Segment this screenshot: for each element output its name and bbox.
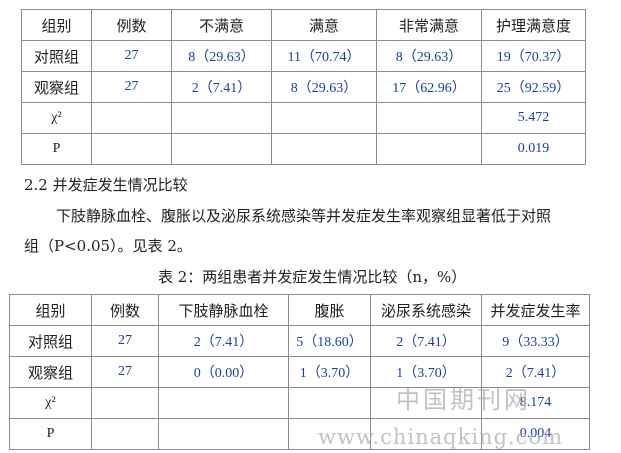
table-cell — [271, 133, 377, 165]
table-cell: 25（92.59） — [481, 71, 586, 103]
table-cell: 8（29.63） — [376, 40, 482, 72]
table-2-header-row: 组别 例数 下肢静脉血栓 腹胀 泌尿系统感染 并发症发生率 — [9, 294, 590, 326]
table-row: 对照组 27 8（29.63） 11（70.74） 8（29.63） 19（70… — [21, 40, 586, 72]
table-2-header-group: 组别 — [9, 294, 92, 326]
table-cell: 8（29.63） — [271, 71, 377, 103]
table-cell: 对照组 — [9, 325, 92, 357]
table-2-header-cases: 例数 — [91, 294, 159, 326]
table-cell: 11（70.74） — [271, 40, 377, 72]
table-cell: 观察组 — [9, 356, 92, 388]
table-1-header-satisfaction-rate: 护理满意度 — [481, 9, 586, 41]
paragraph-line-1: 下肢静脉血栓、腹胀以及泌尿系统感染等并发症发生率观察组显著低于对照 — [56, 207, 552, 225]
table-cell: 2（7.41） — [158, 325, 289, 357]
watermark-cn: 中国期刊网 — [396, 386, 531, 414]
table-1-header-cases: 例数 — [91, 9, 172, 41]
table-cell — [171, 102, 272, 134]
table-2-header-uti: 泌尿系统感染 — [370, 294, 482, 326]
table-cell: 9（33.33） — [481, 325, 590, 357]
p-label: P — [9, 418, 92, 450]
table-cell: 观察组 — [21, 71, 92, 103]
table-1-header-row: 组别 例数 不满意 满意 非常满意 护理满意度 — [21, 9, 586, 41]
table-2-header-dvt: 下肢静脉血栓 — [158, 294, 289, 326]
table-1: 组别 例数 不满意 满意 非常满意 护理满意度 对照组 27 8（29.63） … — [21, 9, 586, 165]
table-cell — [91, 102, 172, 134]
table-1-header-satisfied: 满意 — [271, 9, 377, 41]
table-2-caption: 表 2：两组患者并发症发生情况比较（n，%） — [158, 268, 467, 286]
table-1-header-group: 组别 — [21, 9, 92, 41]
table-cell — [288, 387, 371, 419]
table-cell — [91, 387, 159, 419]
table-cell: 27 — [91, 325, 159, 357]
table-1-header-dissatisfied: 不满意 — [171, 9, 272, 41]
table-cell: 0（0.00） — [158, 356, 289, 388]
section-heading: 2.2 并发症发生情况比较 — [24, 176, 188, 194]
chi-square-label: χ² — [21, 102, 92, 134]
table-cell: 2（7.41） — [171, 71, 272, 103]
p-value: 0.019 — [481, 133, 586, 165]
table-1-header-very-satisfied: 非常满意 — [376, 9, 482, 41]
table-cell — [376, 102, 482, 134]
table-cell: 2（7.41） — [370, 325, 482, 357]
table-cell — [376, 133, 482, 165]
table-cell — [91, 418, 159, 450]
table-2-header-bloating: 腹胀 — [288, 294, 371, 326]
chi-square-value: 5.472 — [481, 102, 586, 134]
p-label: P — [21, 133, 92, 165]
table-1-chi-row: χ² 5.472 — [21, 102, 586, 134]
table-2-header-complication-rate: 并发症发生率 — [481, 294, 590, 326]
table-cell: 对照组 — [21, 40, 92, 72]
table-row: 观察组 27 2（7.41） 8（29.63） 17（62.96） 25（92.… — [21, 71, 586, 103]
table-cell: 27 — [91, 356, 159, 388]
table-cell — [271, 102, 377, 134]
paragraph-line-2: 组（P<0.05）。见表 2。 — [24, 237, 192, 255]
watermark-url: www.chinaqking.com — [318, 425, 564, 449]
table-cell — [171, 133, 272, 165]
table-cell: 17（62.96） — [376, 71, 482, 103]
table-cell: 1（3.70） — [288, 356, 371, 388]
table-cell: 5（18.60） — [288, 325, 371, 357]
table-cell — [158, 418, 289, 450]
table-cell: 8（29.63） — [171, 40, 272, 72]
table-row: 对照组 27 2（7.41） 5（18.60） 2（7.41） 9（33.33） — [9, 325, 590, 357]
table-cell: 27 — [91, 40, 172, 72]
table-cell: 19（70.37） — [481, 40, 586, 72]
chi-square-label: χ² — [9, 387, 92, 419]
table-cell: 27 — [91, 71, 172, 103]
table-1-p-row: P 0.019 — [21, 133, 586, 165]
table-cell — [158, 387, 289, 419]
table-cell — [91, 133, 172, 165]
